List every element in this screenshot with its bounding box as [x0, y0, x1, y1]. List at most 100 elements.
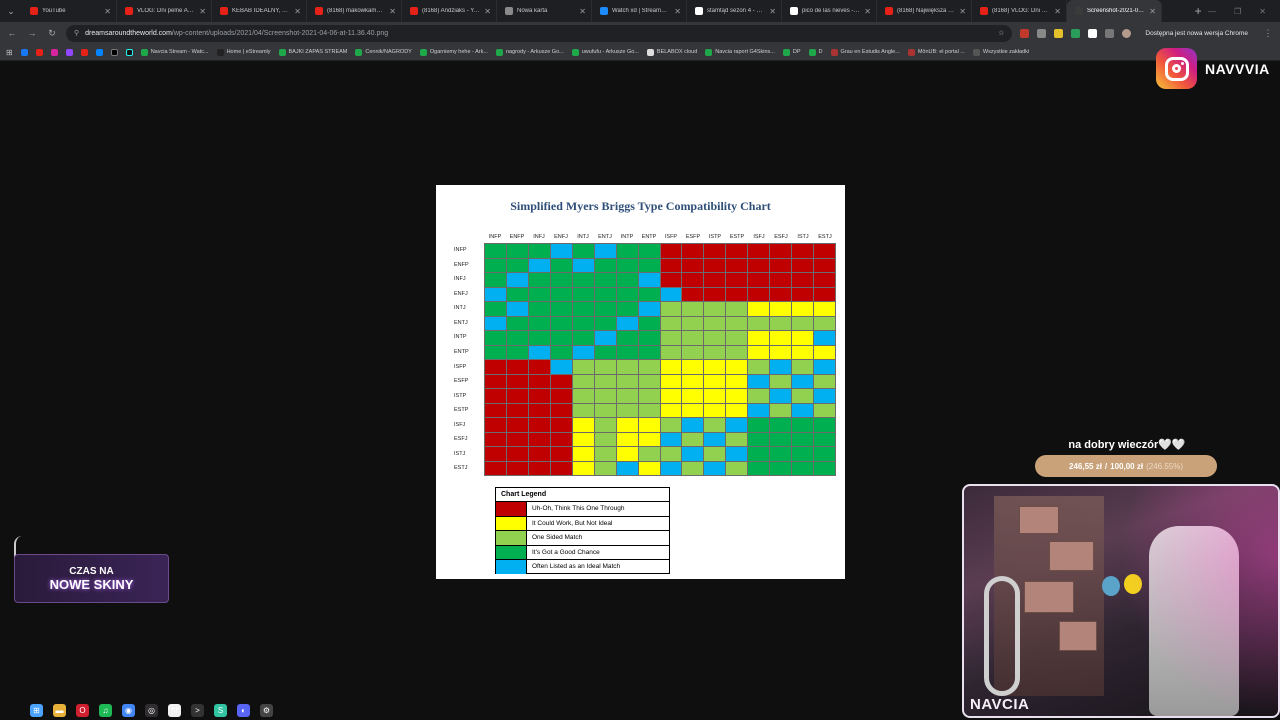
legend-swatch [496, 560, 527, 574]
start-icon[interactable]: ⊞ [30, 703, 43, 717]
spotify-icon[interactable]: ♫ [99, 703, 112, 717]
address-bar[interactable]: ⚲ dreamsaroundtheworld.com/wp-content/up… [66, 24, 1013, 42]
grid-cell [506, 360, 528, 374]
bookmark-star-icon[interactable]: ☆ [998, 29, 1004, 37]
viewed-image[interactable]: Simplified Myers Briggs Type Compatibili… [436, 185, 845, 579]
browser-tab[interactable]: stamtąd sezon 4 - Sz... ✕ [687, 0, 782, 22]
close-tab-icon[interactable]: ✕ [1054, 7, 1061, 16]
extension-icon[interactable] [1071, 28, 1081, 38]
youtube-icon[interactable] [35, 48, 43, 56]
browser-tab[interactable]: (8168) VLOG: Dni pełn... ✕ [972, 0, 1067, 22]
browser-tab[interactable]: (8168) Andziaks - You... ✕ [402, 0, 497, 22]
grid-cell [682, 273, 704, 287]
bookmark-item[interactable]: Ogarniemy hehe - Ark... [419, 48, 488, 56]
close-tab-icon[interactable]: ✕ [579, 7, 586, 16]
bookmark-item[interactable]: D [808, 48, 823, 56]
legend-label: Uh-Oh, Think This One Through [532, 505, 625, 513]
streamlabs-icon[interactable]: S [214, 703, 227, 717]
legend-title: Chart Legend [501, 491, 547, 498]
browser-tab[interactable]: KEBAB IDEALNY, ale n... ✕ [212, 0, 307, 22]
bookmark-item[interactable]: Navcia Stream - Watc... [140, 48, 209, 56]
extension-icon[interactable] [1054, 28, 1064, 38]
notion-icon[interactable]: N [168, 703, 181, 717]
youtube-icon[interactable] [80, 48, 88, 56]
site-info-icon[interactable]: ⚲ [74, 29, 79, 37]
reload-icon[interactable]: ↻ [46, 28, 58, 39]
grid-cell [638, 331, 660, 345]
bookmark-item[interactable]: uwufufu - Arkusze Go... [571, 48, 639, 56]
bookmark-item[interactable]: MônUB: el portal ... [907, 48, 965, 56]
grid-cell [704, 447, 726, 461]
bookmark-item[interactable]: DP [782, 48, 801, 56]
grid-cell [660, 258, 682, 272]
terminal-icon[interactable]: > [191, 703, 204, 717]
grid-cell [726, 418, 748, 432]
facebook-icon[interactable] [20, 48, 28, 56]
folder-icon[interactable]: ▬ [53, 703, 66, 717]
close-tab-icon[interactable]: ✕ [1149, 7, 1156, 16]
grid-cell [770, 389, 792, 403]
close-tab-icon[interactable]: ✕ [864, 7, 871, 16]
row-label: ESFJ [454, 436, 468, 443]
close-tab-icon[interactable]: ✕ [959, 7, 966, 16]
extension-icon[interactable] [1037, 28, 1047, 38]
close-tab-icon[interactable]: ✕ [484, 7, 491, 16]
messenger-icon[interactable] [95, 48, 103, 56]
tab-search-button[interactable]: ⌄ [0, 0, 22, 22]
forward-icon[interactable]: → [26, 28, 38, 38]
bookmark-item[interactable]: Cennik/NAGRODY [355, 48, 412, 56]
close-tab-icon[interactable]: ✕ [389, 7, 396, 16]
twitch-icon[interactable] [65, 48, 73, 56]
bookmark-item[interactable]: Grau en Estudis Angle... [830, 48, 900, 56]
bookmark-item[interactable]: BAJKI ZAPAS STREAM [278, 48, 347, 56]
bookmark-item[interactable]: Navcia raport G4Skins... [705, 48, 775, 56]
browser-tab[interactable]: VLOG: Dni pelne AKC... ✕ [117, 0, 212, 22]
browser-tab[interactable]: (8168) Największa PAF...✕ [877, 0, 972, 22]
close-tab-icon[interactable]: ✕ [294, 7, 301, 16]
row-label: INTP [454, 334, 467, 341]
tab-title: Screenshot-2021-04-0... [1087, 8, 1146, 14]
minimize-icon[interactable]: — [1208, 7, 1216, 16]
browser-tab[interactable]: pico de las nieves - Sz... ✕ [782, 0, 877, 22]
browser-tab[interactable]: Nowa karta ✕ [497, 0, 592, 22]
x-icon[interactable] [110, 48, 118, 56]
obs-icon[interactable]: ◎ [145, 703, 158, 717]
bookmark-item[interactable]: BELABOX cloud [646, 48, 697, 56]
close-tab-icon[interactable]: ✕ [199, 7, 206, 16]
bookmark-item[interactable]: nagrody - Arkusze Go... [495, 48, 564, 56]
apps-icon[interactable]: ⊞ [6, 48, 13, 57]
bookmark-item[interactable]: Wszystkie zakładki [972, 48, 1030, 56]
grid-cell [506, 258, 528, 272]
puzzle-icon[interactable] [1105, 28, 1115, 38]
grid-cell [704, 316, 726, 330]
browser-tab[interactable]: YouTube ✕ [22, 0, 117, 22]
browser-tab[interactable]: Watch xd | Streamable ✕ [592, 0, 687, 22]
extension-icon[interactable] [1020, 28, 1030, 38]
tiktok-icon[interactable] [125, 48, 133, 56]
close-tab-icon[interactable]: ✕ [674, 7, 681, 16]
update-chrome-button[interactable]: Dostępna jest nowa wersja Chrome [1139, 28, 1254, 39]
back-icon[interactable]: ← [6, 28, 18, 38]
browser-tab[interactable]: Screenshot-2021-04-0... ✕ [1067, 0, 1162, 22]
chrome-icon[interactable]: ◉ [122, 703, 135, 717]
browser-tab[interactable]: (8168) makowkamusi... ✕ [307, 0, 402, 22]
avatar[interactable] [1122, 28, 1132, 38]
grid-cell [660, 432, 682, 446]
tab-title: (8168) makowkamusi... [327, 8, 386, 14]
row-label: ISFJ [454, 421, 466, 428]
instagram-icon[interactable] [50, 48, 58, 56]
close-tab-icon[interactable]: ✕ [769, 7, 776, 16]
bookmark-item[interactable]: Home | eStreamly [216, 48, 271, 56]
opera-icon[interactable]: O [76, 703, 89, 717]
menu-icon[interactable]: ⋮ [1262, 28, 1274, 39]
bookmark-label: Cennik/NAGRODY [365, 49, 412, 55]
extension-icon[interactable] [1088, 28, 1098, 38]
close-window-icon[interactable]: ✕ [1259, 7, 1266, 16]
grid-cell [660, 374, 682, 388]
settings-icon[interactable]: ⚙ [260, 703, 273, 717]
bookmark-label: Wszystkie zakładki [982, 49, 1030, 55]
maximize-icon[interactable]: ❐ [1234, 7, 1241, 16]
new-tab-button[interactable]: + [1188, 4, 1208, 18]
discord-icon[interactable]: ◐ [237, 703, 250, 717]
close-tab-icon[interactable]: ✕ [104, 7, 111, 16]
